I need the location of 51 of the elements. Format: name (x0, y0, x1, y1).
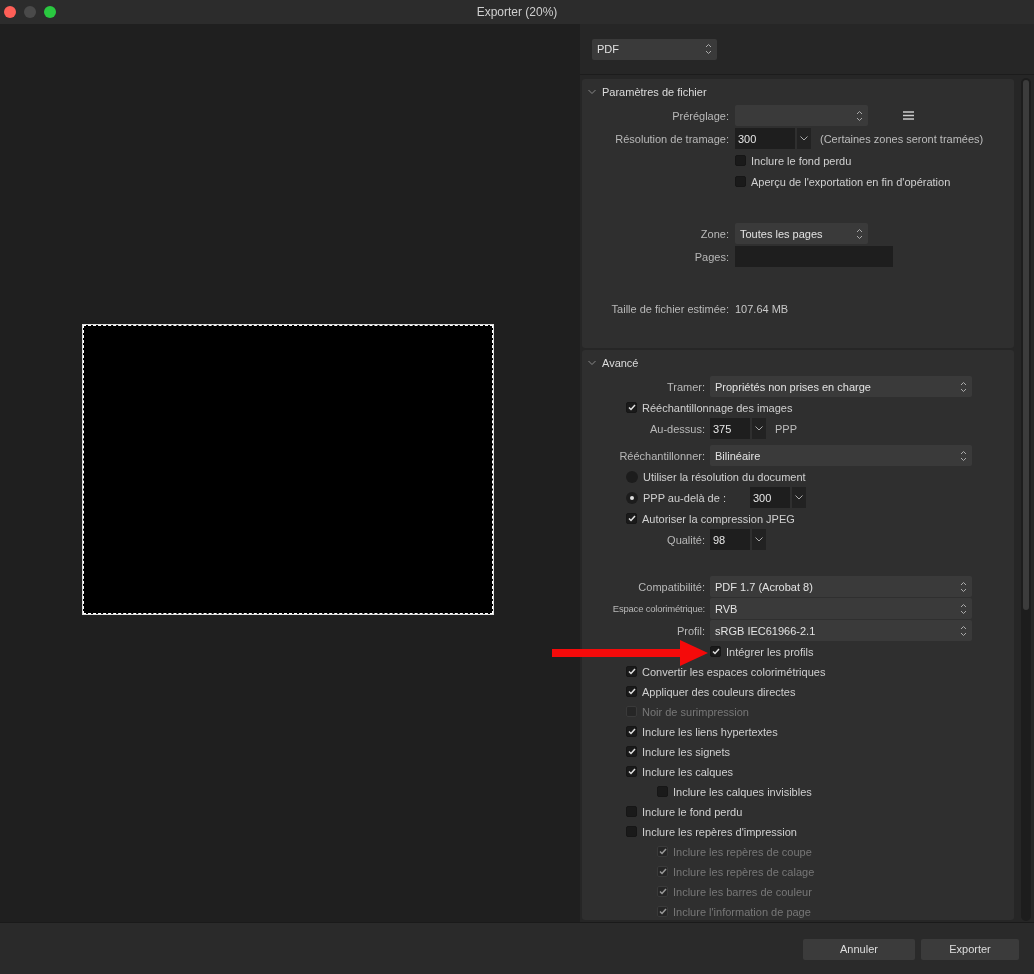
radio-label: PPP au-delà de : (643, 491, 727, 504)
dropdown-select[interactable]: PDF 1.7 (Acrobat 8) (710, 576, 972, 597)
field-label: Zone: (699, 227, 729, 240)
dropdown-select[interactable]: sRGB IEC61966-2.1 (710, 620, 972, 641)
export-button[interactable]: Exporter (921, 938, 1019, 960)
field-label: Au-dessus: (648, 422, 705, 435)
checkbox-label: Autoriser la compression JPEG (642, 512, 795, 525)
number-field[interactable]: 98 (710, 529, 750, 550)
field-label: Pages: (693, 250, 729, 263)
checkbox-label: Intégrer les profils (726, 645, 814, 658)
hint-text: (Certaines zones seront tramées) (820, 132, 984, 145)
checkbox-label: Inclure les repères d'impression (642, 825, 797, 838)
field-label: Taille de fichier estimée: (610, 302, 729, 315)
checkbox-label: Aperçu de l'exportation en fin d'opération (751, 175, 951, 188)
hint-text: PPP (775, 422, 797, 435)
field-label: Tramer: (665, 380, 705, 393)
field-label: Qualité: (666, 533, 705, 546)
field-label: Préréglage: (671, 109, 729, 122)
checkbox-label: Inclure les signets (642, 745, 731, 758)
window-title: Exporter (20%) (476, 5, 558, 19)
checkbox-label: Inclure les calques (642, 765, 734, 778)
number-field[interactable]: 375 (710, 418, 750, 439)
section-title: Paramètres de fichier (602, 86, 707, 98)
dropdown-select[interactable]: RVB (710, 598, 972, 619)
field-label: Rééchantillonner: (618, 449, 705, 462)
checkbox-label: Noir de surimpression (642, 705, 749, 718)
section-title: Avancé (602, 357, 639, 369)
field-label: Compatibilité: (637, 580, 705, 593)
field-label: Profil: (675, 624, 705, 637)
cancel-button[interactable]: Annuler (803, 938, 915, 960)
checkbox-label: Convertir les espaces colorimétriques (642, 665, 826, 678)
field-label: Résolution de tramage: (614, 132, 729, 145)
checkbox-label: Inclure le fond perdu (751, 154, 852, 167)
checkbox-label: Inclure les liens hypertextes (642, 725, 778, 738)
file-size-value: 107.64 MB (735, 302, 789, 315)
number-field[interactable]: 300 (735, 128, 795, 149)
checkbox-label: Inclure les repères de coupe (673, 845, 812, 858)
checkbox-label: Inclure l'information de page (673, 905, 811, 918)
checkbox-label: Appliquer des couleurs directes (642, 685, 796, 698)
checkbox-label: Inclure le fond perdu (642, 805, 743, 818)
checkbox-label: Inclure les barres de couleur (673, 885, 812, 898)
dropdown-select[interactable]: Toutes les pages (735, 223, 868, 244)
dropdown-select[interactable]: Bilinéaire (710, 445, 972, 466)
checkbox-label: Inclure les repères de calage (673, 865, 815, 878)
checkbox-label: Inclure les calques invisibles (673, 785, 812, 798)
checkbox-label: Rééchantillonnage des images (642, 401, 793, 414)
field-label: Espace colorimétrique: (611, 603, 705, 614)
format-select[interactable]: PDF (592, 38, 717, 60)
dropdown-select[interactable]: Propriétés non prises en charge (710, 376, 972, 397)
radio-label: Utiliser la résolution du document (643, 470, 806, 483)
number-field[interactable]: 300 (750, 487, 790, 508)
